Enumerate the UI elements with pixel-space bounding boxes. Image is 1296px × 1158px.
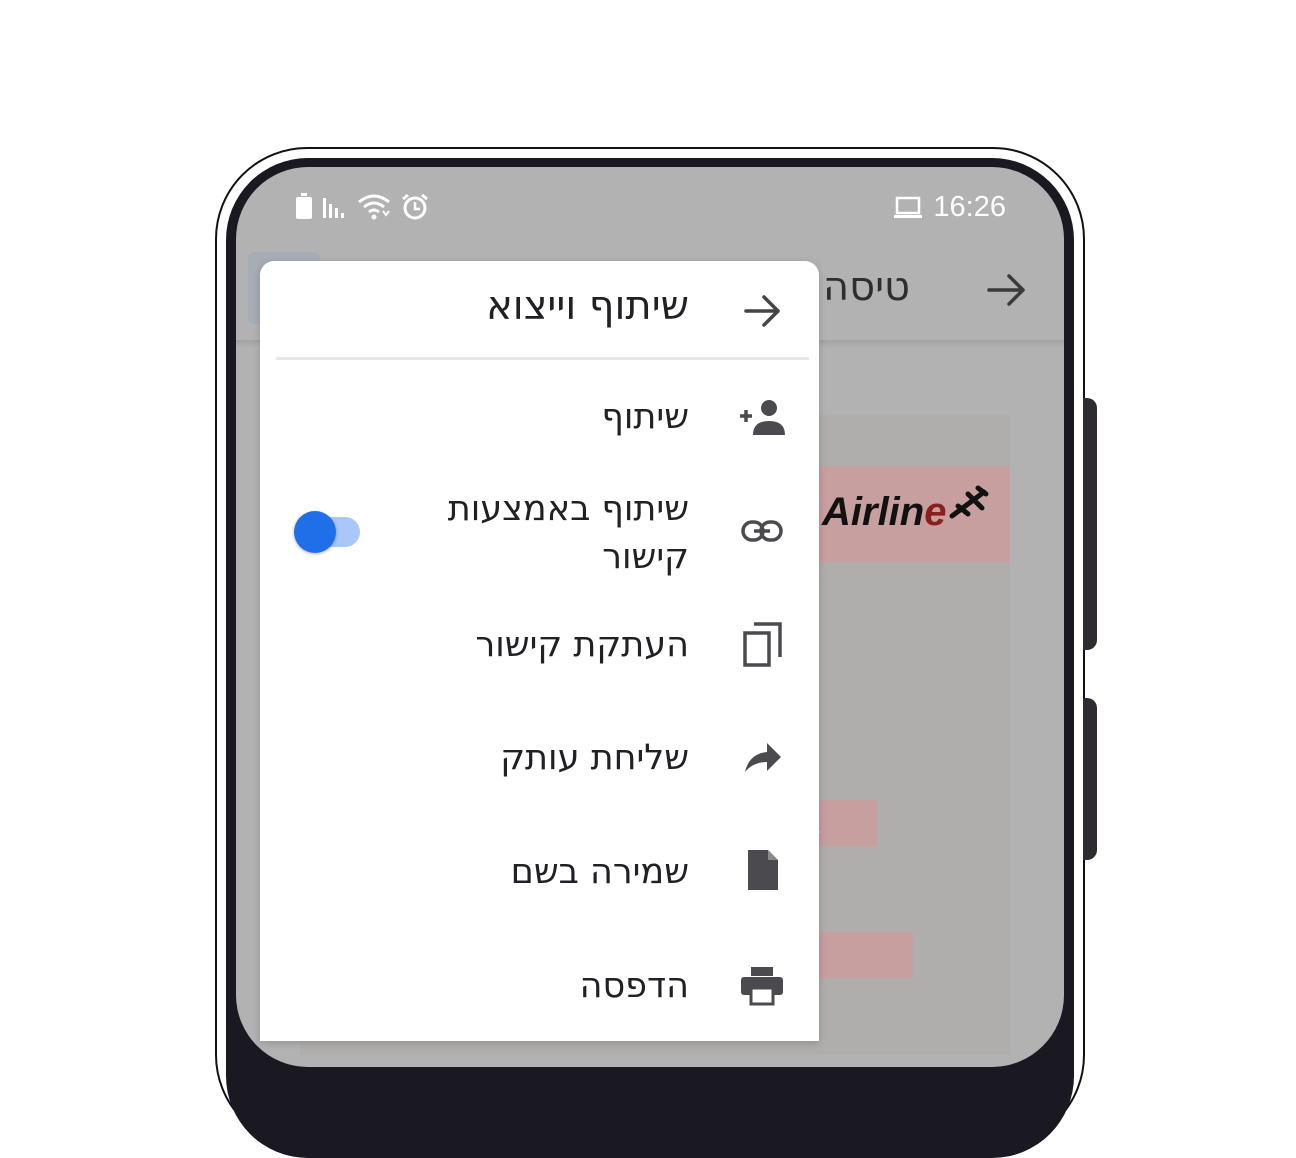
menu-item-label: הדפסה — [579, 966, 689, 1006]
copy-icon — [742, 621, 784, 673]
app-title: טיסה — [823, 264, 910, 310]
status-bar-right: 16:26 — [893, 191, 1006, 224]
menu-header: שיתוף וייצוא — [260, 261, 819, 359]
menu-item-copy-link[interactable]: העתקת קישור — [260, 621, 819, 671]
menu-title: שיתוף וייצוא — [486, 283, 689, 329]
menu-item-label: העתקת קישור — [475, 625, 690, 665]
signal-icon — [323, 194, 347, 220]
status-bar-left — [295, 193, 429, 221]
battery-icon — [295, 193, 313, 221]
menu-item-label: שמירה בשם — [510, 852, 689, 892]
menu-item-label: שליחת עותק — [500, 738, 689, 778]
status-time: 16:26 — [933, 191, 1006, 223]
phone-volume-button — [1083, 398, 1097, 650]
banner-text: Airline — [822, 490, 947, 534]
file-icon — [746, 848, 780, 896]
print-icon — [740, 966, 784, 1010]
toggle-knob — [294, 511, 336, 553]
back-arrow-icon[interactable] — [985, 268, 1029, 316]
share-export-menu: שיתוף וייצוא שיתוף שיתוף באמצעות קישור ה… — [260, 261, 819, 1041]
share-arrow-icon — [743, 740, 783, 780]
alarm-icon — [401, 193, 429, 221]
menu-item-share[interactable]: שיתוף — [260, 393, 819, 443]
phone-power-button — [1083, 698, 1097, 860]
person-add-icon — [738, 397, 788, 441]
laptop-icon — [893, 196, 923, 220]
menu-divider — [276, 357, 809, 360]
menu-item-print[interactable]: הדפסה — [260, 962, 819, 1012]
document-bar — [810, 932, 913, 978]
back-arrow-icon[interactable] — [740, 289, 784, 337]
wifi-icon — [357, 193, 391, 221]
plane-icon — [948, 484, 990, 530]
menu-item-send-copy[interactable]: שליחת עותק — [260, 734, 819, 784]
menu-item-save-as[interactable]: שמירה בשם — [260, 848, 819, 898]
menu-item-label-line2: קישור — [602, 537, 689, 577]
menu-item-share-via-link[interactable]: שיתוף באמצעות קישור — [260, 485, 819, 585]
menu-item-label: שיתוף — [601, 397, 689, 437]
menu-item-label: שיתוף באמצעות — [447, 489, 689, 529]
link-icon — [740, 513, 784, 553]
document-bar — [810, 800, 877, 846]
